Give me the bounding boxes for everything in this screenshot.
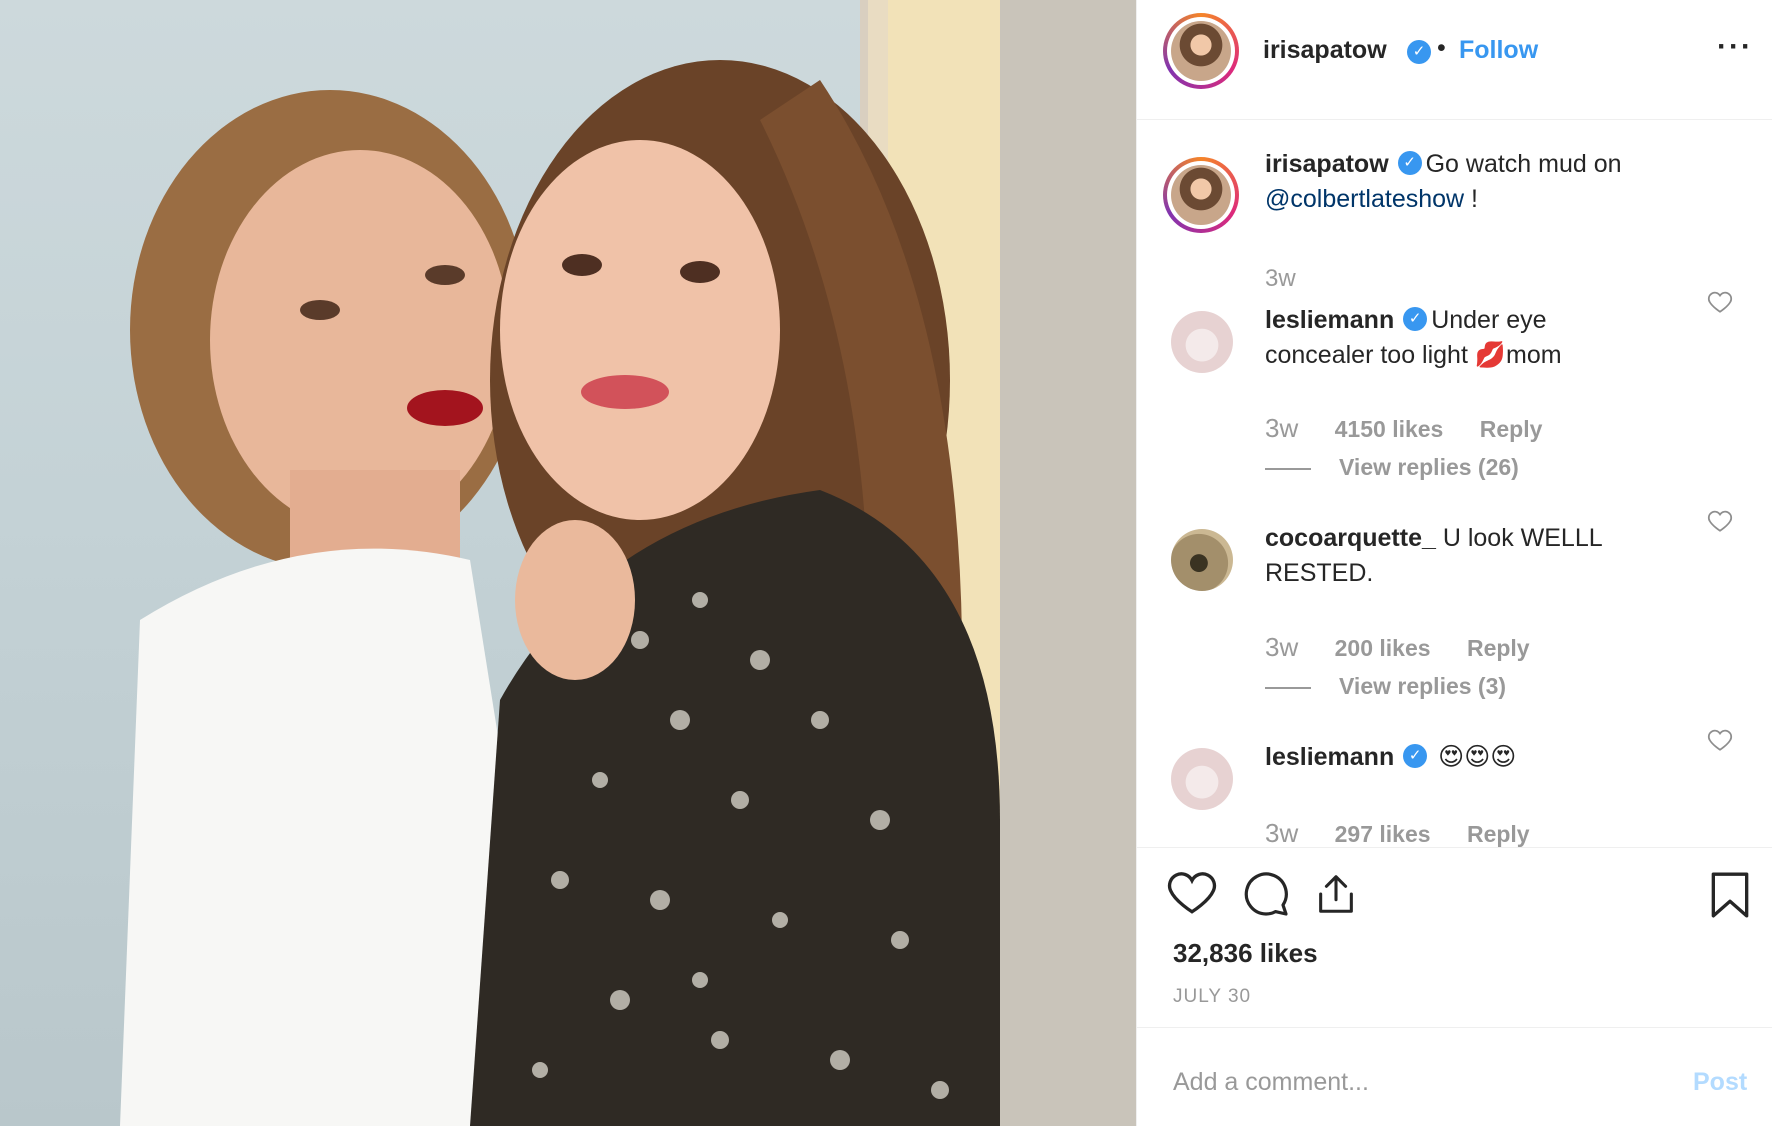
view-replies-label: View replies (26) xyxy=(1339,454,1519,480)
post-photo[interactable] xyxy=(0,0,1136,1126)
comment-body: 😍😍😍 xyxy=(1438,743,1517,771)
view-replies-button[interactable]: View replies (3) xyxy=(1265,673,1506,700)
post-actions: 32,836 likes JULY 30 xyxy=(1137,847,1772,1027)
comments-list[interactable]: irisapatow ✓ Go watch mud on @colbertlate… xyxy=(1137,121,1772,847)
verified-badge-icon: ✓ xyxy=(1403,307,1428,332)
view-replies-button[interactable]: View replies (26) xyxy=(1265,454,1519,481)
verified-badge-icon: ✓ xyxy=(1407,40,1431,64)
comment-meta: 3w 297 likes Reply xyxy=(1265,818,1560,847)
comment-avatar[interactable] xyxy=(1171,529,1233,591)
comment-meta: 3w 200 likes Reply xyxy=(1265,632,1560,663)
caption-body: Go watch mud on xyxy=(1425,150,1622,178)
comment-input[interactable]: Add a comment... xyxy=(1173,1068,1369,1097)
header-separator: • xyxy=(1437,34,1446,62)
comment-reply-button[interactable]: Reply xyxy=(1467,635,1530,661)
caption-suffix: ! xyxy=(1464,185,1478,213)
caption-mention-link[interactable]: @colbertlateshow xyxy=(1265,185,1464,213)
comment-like-heart-icon[interactable] xyxy=(1707,727,1733,753)
bookmark-icon[interactable] xyxy=(1709,870,1751,920)
share-icon[interactable] xyxy=(1313,870,1359,918)
verified-badge-icon: ✓ xyxy=(1403,744,1428,769)
comment-time[interactable]: 3w xyxy=(1265,818,1298,847)
heart-icon[interactable] xyxy=(1167,870,1217,916)
caption-username[interactable]: irisapatow xyxy=(1265,150,1389,178)
caption-avatar[interactable] xyxy=(1163,157,1239,233)
comment-composer: Add a comment... Post xyxy=(1137,1027,1772,1126)
comment-likes[interactable]: 200 likes xyxy=(1335,635,1431,661)
view-replies-label: View replies (3) xyxy=(1339,673,1507,699)
comment-like-heart-icon[interactable] xyxy=(1707,289,1733,315)
comment-reply-button[interactable]: Reply xyxy=(1480,416,1543,442)
comment-avatar[interactable] xyxy=(1171,748,1233,810)
author-username[interactable]: irisapatow xyxy=(1263,36,1387,65)
comment-username[interactable]: lesliemann xyxy=(1265,306,1394,334)
comment-meta: 3w 4150 likes Reply xyxy=(1265,413,1572,444)
comment-text: cocoarquette_ U look WELLL RESTED. xyxy=(1265,521,1645,591)
post-likes-count[interactable]: 32,836 likes xyxy=(1173,938,1318,969)
post-side-panel: irisapatow ✓ • Follow ··· irisapatow ✓ Go… xyxy=(1136,0,1772,1126)
comment-like-heart-icon[interactable] xyxy=(1707,508,1733,534)
verified-badge-icon: ✓ xyxy=(1397,151,1422,176)
caption-text: irisapatow ✓ Go watch mud on @colbertlate… xyxy=(1265,147,1685,217)
comment-username[interactable]: cocoarquette_ xyxy=(1265,524,1436,552)
comment-time[interactable]: 3w xyxy=(1265,632,1298,662)
photo-illustration xyxy=(120,0,1136,1126)
comment-likes[interactable]: 297 likes xyxy=(1335,821,1431,847)
comment-text: lesliemann ✓ 😍😍😍 xyxy=(1265,740,1645,775)
comment-body-end: mom xyxy=(1506,341,1562,369)
comment-bubble-icon[interactable] xyxy=(1241,870,1291,918)
replies-divider xyxy=(1265,686,1311,689)
author-avatar[interactable] xyxy=(1163,13,1239,89)
comment-likes[interactable]: 4150 likes xyxy=(1335,416,1444,442)
comment-time[interactable]: 3w xyxy=(1265,413,1298,443)
post-comment-button[interactable]: Post xyxy=(1693,1068,1747,1097)
follow-button[interactable]: Follow xyxy=(1459,36,1538,65)
post-header: irisapatow ✓ • Follow ··· xyxy=(1137,0,1772,120)
comment-username[interactable]: lesliemann xyxy=(1265,743,1394,771)
more-options-icon[interactable]: ··· xyxy=(1717,30,1753,64)
post-date[interactable]: JULY 30 xyxy=(1173,986,1251,1008)
comment-reply-button[interactable]: Reply xyxy=(1467,821,1530,847)
caption-time[interactable]: 3w xyxy=(1265,265,1296,293)
kiss-emoji: 💋 xyxy=(1474,341,1506,369)
comment-text: lesliemann ✓ Under eye concealer too ligh… xyxy=(1265,303,1645,373)
replies-divider xyxy=(1265,467,1311,470)
comment-avatar[interactable] xyxy=(1171,311,1233,373)
